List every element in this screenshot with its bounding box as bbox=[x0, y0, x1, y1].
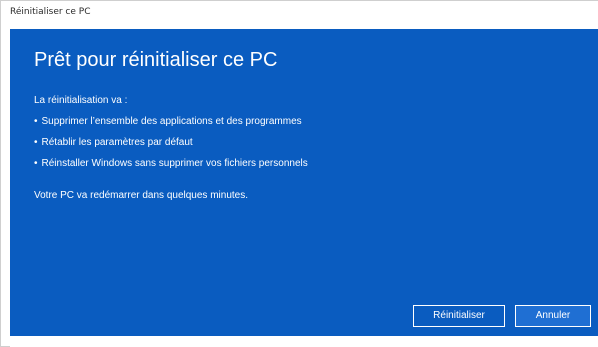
dialog-panel: Prêt pour réinitialiser ce PC La réiniti… bbox=[10, 29, 598, 336]
window-bottom-edge bbox=[10, 336, 598, 347]
reset-button[interactable]: Réinitialiser bbox=[413, 305, 505, 327]
bullet-item: Réinstaller Windows sans supprimer vos f… bbox=[34, 153, 574, 174]
bullet-item: Supprimer l’ensemble des applications et… bbox=[34, 111, 574, 132]
restart-note: Votre PC va redémarrer dans quelques min… bbox=[34, 190, 248, 201]
dialog-body: La réinitialisation va : Supprimer l’ens… bbox=[34, 90, 574, 206]
cancel-button[interactable]: Annuler bbox=[515, 305, 591, 327]
reset-pc-window: Réinitialiser ce PC Prêt pour réinitiali… bbox=[0, 0, 598, 347]
intro-text: La réinitialisation va : bbox=[34, 95, 128, 106]
window-title: Réinitialiser ce PC bbox=[10, 7, 91, 17]
dialog-heading: Prêt pour réinitialiser ce PC bbox=[34, 49, 278, 71]
bullet-item: Rétablir les paramètres par défaut bbox=[34, 132, 574, 153]
title-bar: Réinitialiser ce PC bbox=[1, 1, 598, 29]
